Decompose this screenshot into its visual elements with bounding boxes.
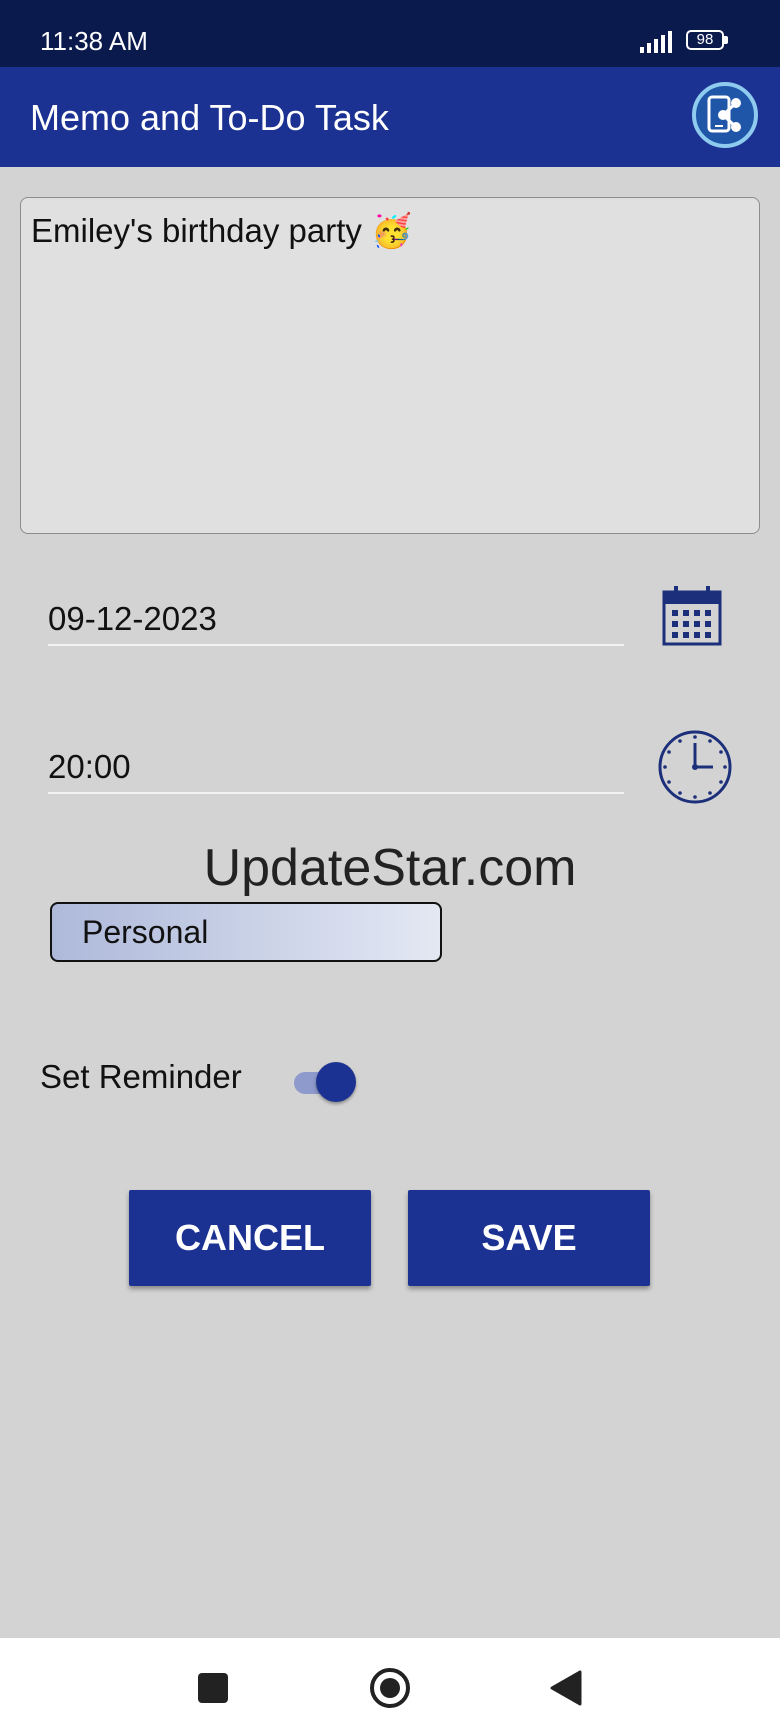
app-bar: Memo and To-Do Task bbox=[0, 67, 780, 167]
back-icon[interactable] bbox=[548, 1670, 582, 1706]
status-bar: 11:38 AM 98 bbox=[0, 0, 780, 67]
reminder-label: Set Reminder bbox=[40, 1058, 242, 1095]
watermark: UpdateStar.com bbox=[203, 839, 577, 897]
category-select[interactable]: Personal bbox=[50, 902, 442, 962]
battery-level: 98 bbox=[686, 30, 724, 50]
clock-icon[interactable] bbox=[657, 729, 733, 805]
navigation-bar bbox=[0, 1638, 780, 1733]
save-button[interactable]: SAVE bbox=[408, 1190, 650, 1286]
calendar-icon[interactable] bbox=[662, 584, 722, 646]
signal-icon bbox=[640, 31, 672, 53]
app-title: Memo and To-Do Task bbox=[30, 97, 389, 138]
share-button[interactable] bbox=[692, 82, 758, 148]
toggle-knob bbox=[316, 1062, 356, 1102]
cancel-button[interactable]: CANCEL bbox=[129, 1190, 371, 1286]
date-field[interactable]: 09-12-2023 bbox=[48, 594, 624, 646]
battery-icon: 98 bbox=[686, 30, 730, 54]
status-time: 11:38 AM bbox=[40, 26, 148, 56]
time-field[interactable]: 20:00 bbox=[48, 742, 624, 794]
home-icon[interactable] bbox=[368, 1666, 412, 1710]
reminder-toggle[interactable] bbox=[292, 1060, 360, 1102]
share-icon bbox=[707, 95, 741, 133]
recent-apps-icon[interactable] bbox=[198, 1673, 228, 1703]
memo-text-area[interactable]: Emiley's birthday party 🥳 bbox=[20, 197, 760, 534]
